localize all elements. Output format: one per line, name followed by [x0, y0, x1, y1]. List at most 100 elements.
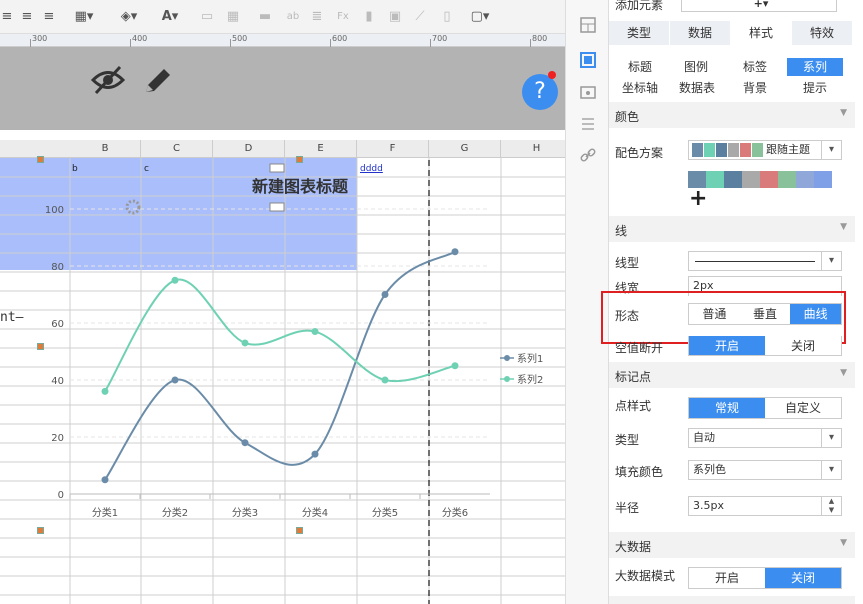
add-color-icon[interactable]: +	[689, 186, 707, 211]
column-header-b[interactable]: B	[70, 140, 141, 158]
paragraph-icon[interactable]: ≣	[310, 9, 324, 25]
palette-swatch[interactable]	[778, 171, 796, 188]
subtab-axis[interactable]: 坐标轴	[615, 79, 665, 97]
formula-icon[interactable]: Fx	[334, 9, 352, 25]
series-point-2[interactable]	[311, 328, 319, 336]
palette-swatch[interactable]	[724, 171, 742, 188]
rotate-handle-icon[interactable]	[125, 199, 141, 215]
legend-label[interactable]: 系列2	[517, 373, 543, 386]
column-header-g[interactable]: G	[429, 140, 501, 158]
align-center-icon[interactable]: ≡	[20, 9, 34, 25]
series-point-1[interactable]	[381, 291, 389, 298]
merge-icon[interactable]: ▭	[200, 9, 214, 25]
series-point-1[interactable]	[241, 439, 249, 447]
chevron-down-icon[interactable]: ▾	[821, 461, 841, 479]
collapse-icon[interactable]: ▼	[840, 222, 847, 232]
title-handle[interactable]	[269, 163, 285, 173]
line-type-select[interactable]: ▾	[688, 251, 842, 271]
subtab-series[interactable]: 系列	[787, 58, 843, 76]
series-point-2[interactable]	[451, 362, 459, 370]
resize-handle[interactable]	[296, 156, 303, 163]
tab-type[interactable]: 类型	[609, 21, 670, 45]
palette-swatch[interactable]	[796, 171, 814, 188]
palette-swatch[interactable]	[814, 171, 832, 188]
edit-icon[interactable]	[142, 65, 174, 95]
next-section-header[interactable]	[609, 596, 855, 604]
chart-icon[interactable]: ▮	[362, 9, 376, 25]
widget-icon[interactable]	[579, 83, 597, 101]
tab-effects[interactable]: 特效	[792, 21, 853, 45]
align-left-icon[interactable]: ≡	[0, 9, 14, 25]
chevron-down-icon[interactable]: ▾	[821, 252, 841, 270]
marker-section-header[interactable]: 标记点 ▼	[609, 362, 855, 388]
stepper-icon[interactable]: ▲ ▼	[821, 497, 841, 515]
chart-title[interactable]: 新建图表标题	[252, 177, 349, 196]
fill-color-icon[interactable]: ◈▾	[114, 9, 144, 25]
series-point-2[interactable]	[381, 376, 389, 384]
chevron-down-icon[interactable]: ▾	[821, 141, 841, 159]
resize-handle[interactable]	[37, 343, 44, 350]
palette-swatch[interactable]	[706, 171, 724, 188]
bigdata-section-header[interactable]: 大数据 ▼	[609, 532, 855, 558]
border-icon[interactable]: ▦▾	[72, 9, 96, 25]
column-header-f[interactable]: F	[357, 140, 429, 158]
subtab-label[interactable]: 标签	[727, 58, 783, 76]
series-point-1[interactable]	[451, 248, 459, 256]
diagonal-icon[interactable]: ⟋	[413, 9, 427, 25]
collapse-icon[interactable]: ▼	[840, 538, 847, 548]
shape-normal-button[interactable]: 普通	[689, 304, 740, 324]
title-handle[interactable]	[269, 202, 285, 212]
series-point-2[interactable]	[171, 276, 179, 284]
shape-vertical-button[interactable]: 垂直	[739, 304, 791, 324]
cell-props-icon[interactable]	[579, 16, 597, 34]
series-point-2[interactable]	[101, 387, 109, 395]
series-line-1[interactable]	[104, 250, 456, 481]
subtab-title[interactable]: 标题	[615, 58, 665, 76]
help-button[interactable]: ?	[522, 74, 558, 110]
palette-swatch[interactable]	[742, 171, 760, 188]
fill-color-select[interactable]: 系列色 ▾	[688, 460, 842, 480]
series-point-1[interactable]	[171, 376, 179, 384]
collapse-icon[interactable]: ▼	[840, 368, 847, 378]
column-header-h[interactable]: H	[501, 140, 565, 158]
subtab-tooltip[interactable]: 提示	[787, 79, 843, 97]
line-chart[interactable]: 0 20 40 60 80 100 分类1 分类2 分类3 分类4 分类5 分类6 系列1 系列2 新建图表…	[0, 158, 565, 604]
marker-custom-button[interactable]: 自定义	[765, 398, 841, 418]
subtab-legend[interactable]: 图例	[671, 58, 721, 76]
tab-data[interactable]: 数据	[670, 21, 731, 45]
series-point-1[interactable]	[101, 476, 109, 484]
chart-props-icon[interactable]	[579, 51, 597, 69]
color-section-header[interactable]: 颜色 ▼	[609, 102, 855, 128]
image-icon[interactable]: ▣	[388, 9, 402, 25]
align-right-icon[interactable]: ≡	[42, 9, 56, 25]
tab-style[interactable]: 样式	[731, 21, 792, 45]
series-line-2[interactable]	[104, 278, 456, 392]
null-break-off-button[interactable]: 关闭	[765, 336, 841, 355]
frame-icon[interactable]: ▢▾	[466, 9, 494, 25]
page-icon[interactable]: ▯	[440, 9, 454, 25]
subtab-background[interactable]: 背景	[727, 79, 783, 97]
column-header-c[interactable]: C	[141, 140, 213, 158]
legend-label[interactable]: 系列1	[517, 352, 543, 365]
series-point-1[interactable]	[311, 450, 319, 458]
shape-curve-button[interactable]: 曲线	[790, 304, 842, 324]
list-icon[interactable]	[579, 115, 597, 133]
palette-swatch[interactable]	[760, 171, 778, 188]
hide-icon[interactable]	[90, 65, 126, 95]
resize-handle[interactable]	[37, 527, 44, 534]
subtab-datatable[interactable]: 数据表	[671, 79, 723, 97]
table-icon[interactable]: ▦	[226, 9, 240, 25]
line-section-header[interactable]: 线 ▼	[609, 216, 855, 242]
strike-icon[interactable]: ▬	[258, 9, 272, 25]
marker-normal-button[interactable]: 常规	[689, 398, 765, 418]
column-header-d[interactable]: D	[213, 140, 285, 158]
series-point-2[interactable]	[241, 339, 249, 347]
add-element-dropdown[interactable]: +▾	[681, 0, 837, 12]
resize-handle[interactable]	[296, 527, 303, 534]
link-icon[interactable]	[579, 146, 597, 164]
color-palette[interactable]	[688, 171, 832, 188]
chevron-down-icon[interactable]: ▾	[821, 429, 841, 447]
font-color-icon[interactable]: A▾	[155, 9, 185, 25]
radius-input[interactable]: 3.5px ▲ ▼	[688, 496, 842, 516]
marker-type-select[interactable]: 自动 ▾	[688, 428, 842, 448]
